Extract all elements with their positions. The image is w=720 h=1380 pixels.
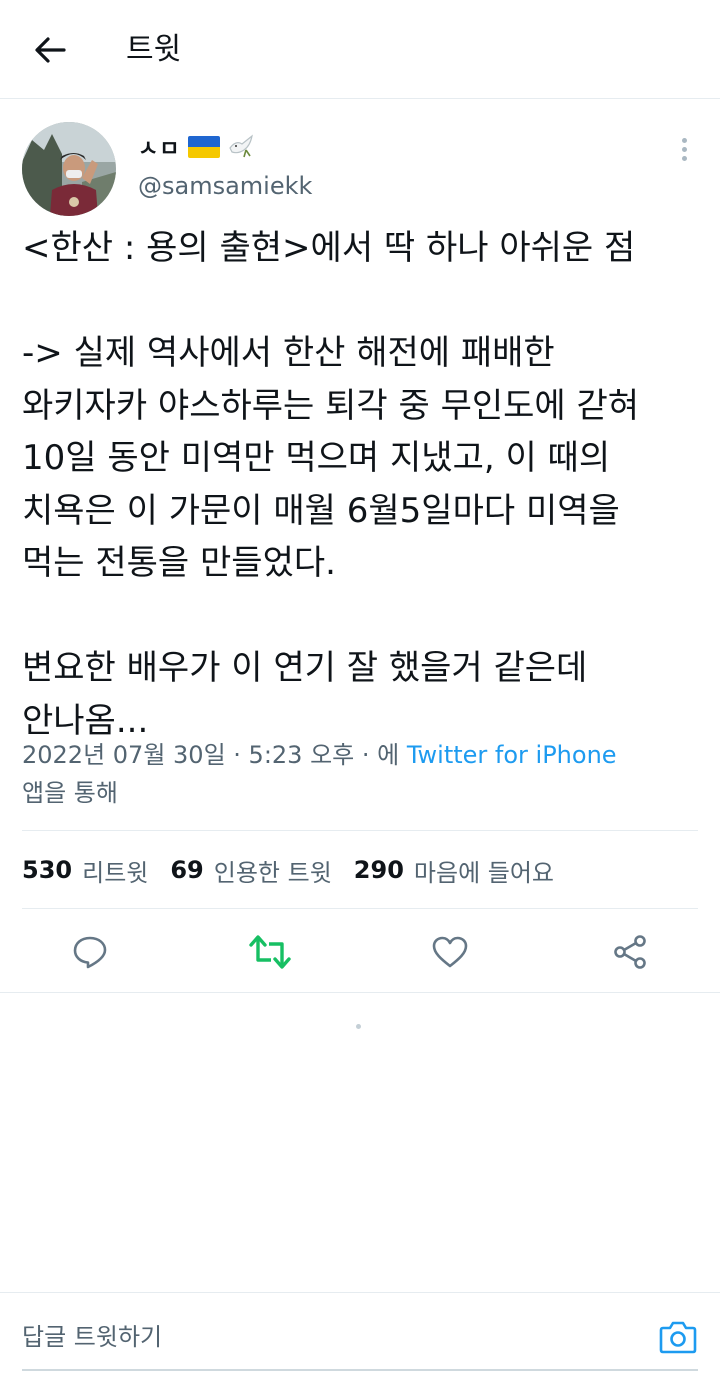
quotes-count: 69	[170, 856, 204, 884]
like-icon	[432, 936, 468, 968]
share-button[interactable]	[606, 928, 654, 976]
camera-button[interactable]	[656, 1317, 700, 1357]
divider	[0, 992, 720, 993]
tweet-source-link[interactable]: Twitter for iPhone	[407, 741, 617, 769]
more-dot-icon	[681, 137, 687, 143]
author-display-name[interactable]: ㅅㅁ	[138, 130, 256, 164]
more-dot-icon	[681, 146, 687, 152]
ukraine-flag-icon	[188, 136, 221, 158]
divider	[22, 908, 698, 909]
retweet-button[interactable]	[246, 928, 294, 976]
quotes-stat[interactable]: 69 인용한 트윗	[170, 853, 331, 888]
tweet-metadata: 2022년 07월 30일 · 5:23 오후 · 에 Twitter for …	[22, 736, 702, 812]
meta-separator: ·	[225, 741, 249, 769]
author-handle[interactable]: @samsamiekk	[138, 172, 312, 200]
avatar[interactable]	[22, 122, 116, 216]
more-dot-icon	[681, 155, 687, 161]
retweet-icon	[249, 935, 291, 969]
loading-indicator	[356, 1024, 361, 1029]
back-button[interactable]	[22, 27, 78, 73]
divider	[22, 830, 698, 831]
meta-separator: · 에	[354, 741, 407, 769]
likes-stat[interactable]: 290 마음에 들어요	[354, 853, 554, 888]
reply-button[interactable]	[66, 928, 114, 976]
page-title: 트윗	[126, 32, 182, 67]
retweets-stat[interactable]: 530 리트윗	[22, 853, 148, 888]
like-button[interactable]	[426, 928, 474, 976]
reply-composer: 답글 트윗하기	[0, 1292, 720, 1380]
dove-icon	[226, 130, 256, 164]
tweet-source-suffix: 앱을 통해	[22, 779, 118, 807]
tweet-text: <한산 : 용의 출현>에서 딱 하나 아쉬운 점 -> 실제 역사에서 한산 …	[22, 228, 640, 741]
reply-input[interactable]: 답글 트윗하기	[22, 1313, 622, 1361]
likes-count: 290	[353, 856, 404, 884]
reply-input-underline	[22, 1369, 698, 1371]
tweet-date[interactable]: 2022년 07월 30일	[22, 741, 226, 769]
display-name-text: ㅅㅁ	[138, 137, 181, 162]
share-icon	[614, 935, 646, 969]
top-bar: 트윗	[0, 0, 720, 99]
more-options-button[interactable]	[672, 134, 696, 164]
arrow-left-icon	[35, 37, 66, 63]
reply-icon	[73, 936, 107, 969]
retweets-count: 530	[22, 856, 73, 884]
tweet-stats: 530 리트윗 69 인용한 트윗 290 마음에 들어요	[22, 850, 576, 890]
camera-icon	[659, 1321, 697, 1354]
quotes-label: 인용한 트윗	[213, 858, 332, 887]
likes-label: 마음에 들어요	[413, 858, 555, 887]
tweet-time[interactable]: 5:23 오후	[249, 741, 355, 769]
retweets-label: 리트윗	[82, 858, 149, 887]
